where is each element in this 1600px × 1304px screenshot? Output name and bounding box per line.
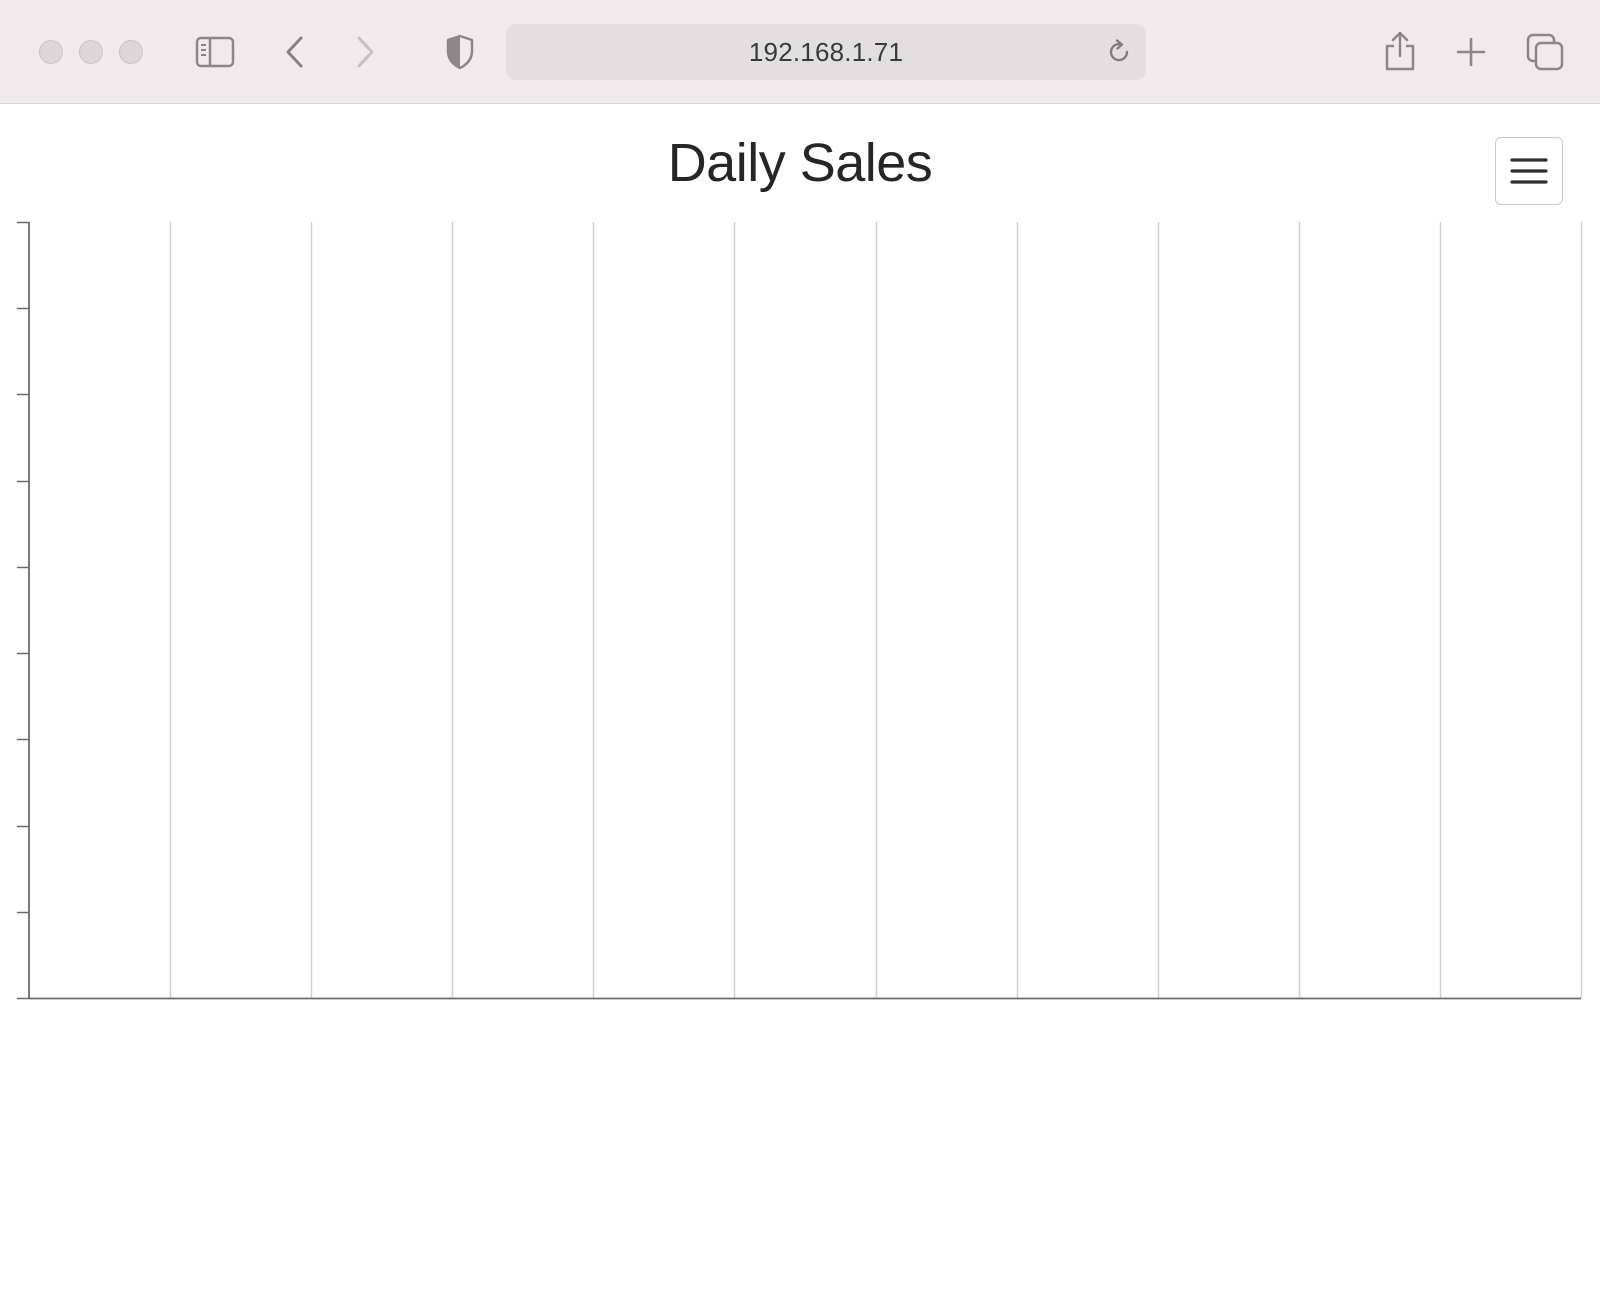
browser-window: 192.168.1.71 Daily Sales (0, 0, 1600, 1304)
tabs-overview-icon (1526, 33, 1564, 71)
chevron-left-icon (286, 36, 303, 68)
minimize-window-button[interactable] (79, 40, 103, 64)
tab-overview-button[interactable] (1526, 27, 1564, 77)
browser-toolbar: 192.168.1.71 (0, 0, 1600, 104)
close-window-button[interactable] (39, 40, 63, 64)
sidebar-icon (195, 36, 235, 68)
shield-icon (446, 34, 474, 70)
reload-icon[interactable] (1104, 37, 1134, 67)
sidebar-toggle-button[interactable] (193, 27, 237, 77)
chart-area (17, 221, 1583, 1000)
plus-icon (1456, 37, 1486, 67)
page-content: Daily Sales (0, 104, 1600, 1304)
new-tab-button[interactable] (1455, 27, 1487, 77)
url-text: 192.168.1.71 (748, 36, 904, 67)
share-icon (1385, 31, 1415, 71)
address-bar[interactable]: 192.168.1.71 (506, 24, 1146, 80)
back-button[interactable] (280, 27, 310, 77)
share-button[interactable] (1383, 27, 1417, 77)
forward-button[interactable] (350, 27, 380, 77)
privacy-report-button[interactable] (444, 27, 476, 77)
chevron-right-icon (357, 36, 374, 68)
zoom-window-button[interactable] (119, 40, 143, 64)
